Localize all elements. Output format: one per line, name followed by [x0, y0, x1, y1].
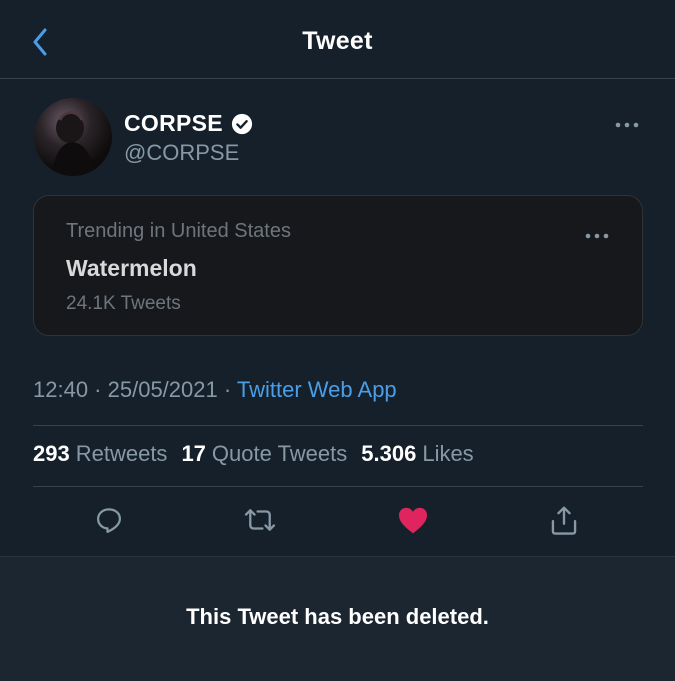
- tweet-date[interactable]: 25/05/2021: [108, 377, 218, 402]
- like-button[interactable]: [396, 503, 430, 537]
- likes-label: Likes: [422, 441, 474, 466]
- retweet-icon: [244, 509, 276, 531]
- tweet-more-button[interactable]: [612, 110, 642, 140]
- tweet-stats: 293 Retweets 17 Quote Tweets 5.306 Likes: [33, 441, 474, 467]
- avatar[interactable]: [34, 98, 112, 176]
- tweet-time[interactable]: 12:40: [33, 377, 88, 402]
- reply-button[interactable]: [92, 503, 126, 537]
- meta-separator: ·: [88, 377, 108, 402]
- page-title: Tweet: [302, 27, 373, 55]
- share-icon: [551, 506, 577, 535]
- retweet-button[interactable]: [243, 503, 277, 537]
- meta-separator: ·: [217, 377, 237, 402]
- trend-location: Trending in United States: [66, 220, 291, 242]
- verified-badge-icon: [231, 113, 253, 134]
- avatar-image: [52, 111, 94, 176]
- tweet-source-link[interactable]: Twitter Web App: [237, 377, 397, 402]
- top-bar: Tweet: [0, 0, 675, 79]
- retweets-stat[interactable]: 293 Retweets: [33, 441, 167, 467]
- trend-card[interactable]: Trending in United States Watermelon 24.…: [33, 195, 643, 336]
- trend-title: Watermelon: [66, 255, 197, 281]
- trend-count: 24.1K Tweets: [66, 293, 181, 314]
- more-horizontal-icon: [585, 233, 609, 239]
- likes-stat[interactable]: 5.306 Likes: [361, 441, 473, 467]
- author-name-row[interactable]: CORPSE: [124, 110, 253, 137]
- retweets-label: Retweets: [75, 441, 168, 466]
- like-icon: [399, 507, 427, 534]
- divider: [33, 425, 643, 426]
- author-display-name[interactable]: CORPSE: [124, 110, 223, 137]
- deleted-notice: This Tweet has been deleted.: [186, 604, 489, 629]
- share-button[interactable]: [547, 503, 581, 537]
- quotes-count: 17: [181, 441, 206, 466]
- likes-count: 5.306: [361, 441, 417, 466]
- retweets-count: 293: [33, 441, 70, 466]
- more-horizontal-icon: [615, 122, 639, 128]
- tweet-meta: 12:40 · 25/05/2021 · Twitter Web App: [33, 377, 397, 403]
- author-handle[interactable]: @CORPSE: [124, 140, 239, 166]
- reply-icon: [97, 508, 121, 533]
- trend-more-button[interactable]: [582, 221, 612, 251]
- deleted-notice-panel: This Tweet has been deleted.: [0, 556, 675, 681]
- quotes-label: Quote Tweets: [211, 441, 348, 466]
- divider: [33, 486, 643, 487]
- quotes-stat[interactable]: 17 Quote Tweets: [181, 441, 347, 467]
